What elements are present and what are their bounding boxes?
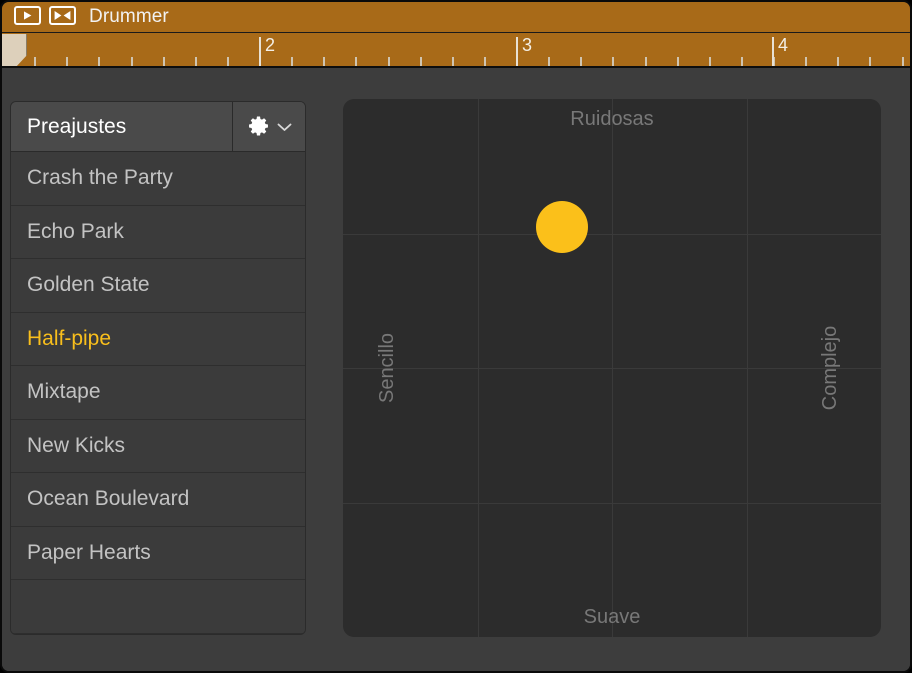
ruler-bar-line	[772, 37, 774, 68]
ruler-tick	[195, 57, 197, 66]
ruler-tick	[645, 57, 647, 66]
ruler-tick	[131, 57, 133, 66]
xy-grid-line-vertical	[747, 99, 748, 637]
presets-panel: Preajustes Crash the PartyEc	[10, 101, 306, 635]
ruler-tick	[34, 57, 36, 66]
ruler-tick	[323, 57, 325, 66]
ruler-tick	[163, 57, 165, 66]
xy-label-bottom: Suave	[584, 606, 641, 628]
drummer-window: Drummer 2 3 4 Preajustes	[0, 0, 912, 673]
ruler-tick	[227, 57, 229, 66]
ruler-bar-number: 3	[522, 35, 532, 55]
xy-pad[interactable]: Ruidosas Suave Sencillo Complejo	[343, 99, 881, 637]
xy-label-left: Sencillo	[376, 333, 398, 403]
ruler-bar-number: 2	[265, 35, 275, 55]
bowtie-merge-icon[interactable]	[49, 6, 76, 25]
ruler-tick	[837, 57, 839, 66]
preset-row[interactable]: Ocean Boulevard	[11, 473, 305, 527]
ruler-tick	[484, 57, 486, 66]
playhead-flag	[2, 34, 27, 68]
xy-pad-container: Ruidosas Suave Sencillo Complejo	[343, 99, 881, 637]
preset-row[interactable]: Paper Hearts	[11, 527, 305, 581]
chevron-down-icon	[277, 122, 292, 132]
window-header: Drummer	[2, 2, 910, 33]
ruler-tick	[388, 57, 390, 66]
ruler-bar-line	[259, 37, 261, 68]
preset-row[interactable]: Crash the Party	[11, 152, 305, 206]
preset-row[interactable]: New Kicks	[11, 420, 305, 474]
window-title: Drummer	[89, 5, 169, 29]
ruler-tick	[66, 57, 68, 66]
preset-row-empty	[11, 580, 305, 634]
gear-icon	[247, 115, 270, 138]
play-icon[interactable]	[14, 6, 41, 25]
ruler-tick	[805, 57, 807, 66]
preset-row[interactable]: Half-pipe	[11, 313, 305, 367]
ruler-tick	[741, 57, 743, 66]
xy-label-top: Ruidosas	[570, 108, 653, 130]
ruler-tick	[709, 57, 711, 66]
header-icon-group	[14, 6, 76, 25]
preset-row[interactable]: Golden State	[11, 259, 305, 313]
playhead-marker[interactable]	[2, 34, 26, 68]
ruler-tick	[869, 57, 871, 66]
ruler-bar-line	[516, 37, 518, 68]
timeline-ruler[interactable]: 2 3 4	[2, 33, 910, 68]
ruler-tick	[612, 57, 614, 66]
presets-header: Preajustes	[11, 102, 305, 152]
ruler-tick	[355, 57, 357, 66]
ruler-tick	[548, 57, 550, 66]
ruler-tick	[291, 57, 293, 66]
editor-body: Preajustes Crash the PartyEc	[2, 68, 910, 671]
ruler-bar-number: 4	[778, 35, 788, 55]
presets-action-menu-button[interactable]	[232, 102, 305, 151]
ruler-tick	[452, 57, 454, 66]
ruler-tick	[98, 57, 100, 66]
preset-row[interactable]: Echo Park	[11, 206, 305, 260]
presets-title: Preajustes	[11, 114, 232, 140]
preset-row[interactable]: Mixtape	[11, 366, 305, 420]
xy-grid-line-horizontal	[343, 368, 881, 369]
ruler-tick	[677, 57, 679, 66]
xy-label-right: Complejo	[819, 326, 841, 410]
presets-list[interactable]: Crash the PartyEcho ParkGolden StateHalf…	[11, 152, 305, 634]
ruler-tick	[902, 57, 904, 66]
ruler-tick	[580, 57, 582, 66]
ruler-tick	[420, 57, 422, 66]
xy-grid-line-horizontal	[343, 503, 881, 504]
xy-puck[interactable]	[536, 201, 588, 253]
